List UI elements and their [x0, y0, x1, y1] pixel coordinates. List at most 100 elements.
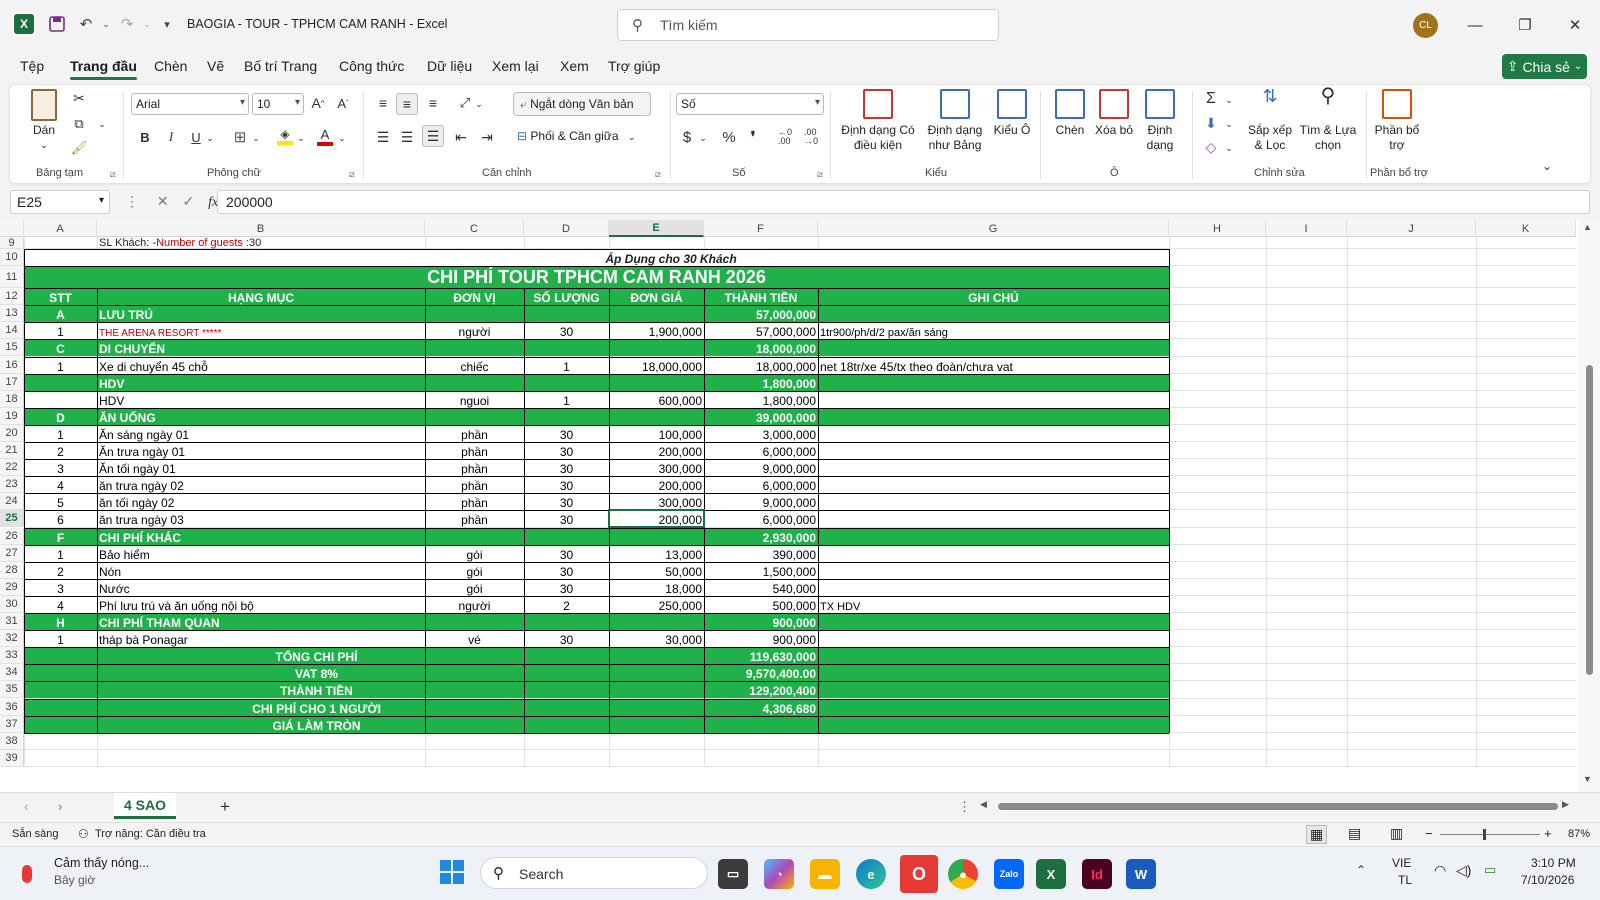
cell-stt[interactable]: 2 [24, 562, 97, 579]
column-header-a[interactable]: A [24, 220, 97, 237]
cell-price[interactable]: 200,000 [609, 442, 704, 459]
cell-item[interactable]: ăn trưa ngày 02 [97, 476, 425, 493]
zoom-slider-thumb[interactable] [1483, 829, 1486, 840]
addins-button[interactable]: Phần bổ trợ [1372, 89, 1422, 153]
cell-unit[interactable]: phần [425, 425, 524, 442]
cell-item[interactable]: Nón [97, 562, 425, 579]
cell-styles-button[interactable]: Kiểu Ô [992, 89, 1032, 138]
cell-stt[interactable]: 3 [24, 459, 97, 476]
column-header-h[interactable]: H [1169, 220, 1266, 237]
cell-stt[interactable]: 6 [24, 510, 97, 527]
underline-button[interactable]: U [187, 127, 205, 147]
cell-note[interactable] [818, 425, 1169, 442]
format-as-table-button[interactable]: Định dạng như Bảng [920, 89, 990, 153]
merge-center-button[interactable]: ⊟ Phối & Căn giữa ⌄ [515, 127, 657, 149]
row-header-13[interactable]: 13 [0, 305, 24, 323]
cell-unit[interactable]: gói [425, 545, 524, 562]
cell-stt[interactable]: 5 [24, 493, 97, 510]
tab-page-layout[interactable]: Bố trí Trang [244, 58, 317, 74]
row-header-9[interactable]: 9 [0, 237, 24, 249]
chevron-down-icon[interactable]: ⌄ [1224, 115, 1234, 133]
undo-dropdown-icon[interactable]: ⌄ [96, 14, 116, 34]
decrease-indent-icon[interactable]: ⇤ [450, 127, 472, 147]
cell-item[interactable]: DI CHUYỂN [97, 339, 425, 356]
cell-total-label[interactable]: VAT 8% [24, 664, 609, 681]
battery-icon[interactable]: ▭ [1484, 862, 1496, 878]
cell-unit[interactable]: phần [425, 493, 524, 510]
percent-icon[interactable]: % [718, 127, 740, 147]
tab-data[interactable]: Dữ liệu [427, 58, 472, 74]
find-select-button[interactable]: ⚲ Tìm & Lựa chọn [1296, 86, 1360, 153]
horizontal-scroll-thumb[interactable] [998, 803, 1558, 810]
page-layout-view-icon[interactable]: ▤ [1348, 825, 1361, 842]
prev-sheet-icon[interactable]: ‹ [24, 799, 28, 814]
clock-date[interactable]: 7/10/2026 [1521, 873, 1574, 887]
cell-price[interactable]: 18,000 [609, 579, 704, 596]
cell-total[interactable]: 3,000,000 [704, 425, 818, 442]
cell-qty[interactable]: 30 [524, 630, 609, 647]
taskbar-excel-icon[interactable]: X [1036, 859, 1066, 889]
cell-qty[interactable]: 30 [524, 425, 609, 442]
align-left-icon[interactable]: ☰ [372, 127, 394, 147]
column-header-k[interactable]: K [1476, 220, 1576, 237]
clear-icon[interactable]: ◇ [1200, 137, 1222, 157]
cell-stt[interactable]: D [24, 408, 97, 425]
redo-icon[interactable]: ↷ [117, 14, 137, 34]
cell-total[interactable]: 57,000,000 [704, 305, 818, 322]
font-launcher-icon[interactable]: ⧄ [349, 169, 355, 180]
align-center-icon[interactable]: ☰ [396, 127, 418, 147]
vertical-scrollbar[interactable]: ▲ ▼ [1578, 220, 1600, 792]
cell-note[interactable] [818, 562, 1169, 579]
cell-item[interactable]: HDV [97, 374, 425, 391]
tab-formulas[interactable]: Công thức [339, 58, 404, 74]
cell-stt[interactable]: A [24, 305, 97, 322]
more-options-icon[interactable]: ⋮ [958, 799, 971, 815]
cell-total-value[interactable]: 119,630,000 [704, 647, 818, 664]
cell-qty[interactable]: 30 [524, 545, 609, 562]
cell-item[interactable]: Xe di chuyển 45 chỗ [97, 357, 425, 374]
title-cell[interactable]: CHI PHÍ TOUR TPHCM CAM RANH 2026 [24, 266, 1169, 288]
zoom-in-icon[interactable]: + [1544, 826, 1552, 841]
task-view-icon[interactable]: ▭ [718, 859, 748, 889]
cell-qty[interactable]: 30 [524, 579, 609, 596]
cell-total-value[interactable]: 129,200,400 [704, 681, 818, 698]
cell-note[interactable]: 1tr900/ph/d/2 pax/ăn sáng [818, 322, 1169, 339]
row-header-27[interactable]: 27 [0, 544, 24, 562]
header-cell[interactable]: ĐƠN VỊ [425, 288, 524, 305]
zoom-level[interactable]: 87% [1568, 828, 1590, 840]
row-header-11[interactable]: 11 [0, 266, 24, 289]
tab-insert[interactable]: Chèn [154, 58, 187, 74]
cell-unit[interactable]: nguoi [425, 391, 524, 408]
cell-unit[interactable]: chiếc [425, 357, 524, 374]
row-header-25[interactable]: 25 [0, 510, 24, 528]
chevron-down-icon[interactable]: ⌄ [96, 115, 108, 133]
cell-unit[interactable]: phần [425, 442, 524, 459]
cell-stt[interactable]: 1 [24, 425, 97, 442]
search-box[interactable]: ⚲ Tìm kiếm [617, 9, 999, 41]
cell-unit[interactable]: người [425, 322, 524, 339]
cell-stt[interactable]: H [24, 613, 97, 630]
row-header-30[interactable]: 30 [0, 595, 24, 613]
align-bottom-icon[interactable]: ≡ [422, 93, 444, 113]
bold-button[interactable]: B [136, 127, 154, 147]
cell-note[interactable] [818, 510, 1169, 527]
cell-stt[interactable]: 3 [24, 579, 97, 596]
row-header-34[interactable]: 34 [0, 664, 24, 682]
row-header-20[interactable]: 20 [0, 424, 24, 442]
increase-indent-icon[interactable]: ⇥ [476, 127, 498, 147]
cell-item[interactable]: tháp bà Ponagar [97, 630, 425, 647]
cell-qty[interactable]: 2 [524, 596, 609, 613]
cell-qty[interactable]: 1 [524, 357, 609, 374]
cell-unit[interactable]: phần [425, 459, 524, 476]
cell-unit[interactable]: gói [425, 579, 524, 596]
cell-stt[interactable]: 4 [24, 596, 97, 613]
cell-qty[interactable]: 30 [524, 476, 609, 493]
cell-stt[interactable]: 1 [24, 545, 97, 562]
cell-total[interactable]: 18,000,000 [704, 339, 818, 356]
cell-total[interactable]: 6,000,000 [704, 510, 818, 527]
sort-filter-button[interactable]: ⇅ Sắp xếp & Lọc [1246, 87, 1294, 153]
cell-item[interactable]: Phí lưu trú và ăn uống nội bộ [97, 596, 425, 613]
row-header-21[interactable]: 21 [0, 442, 24, 460]
zoom-out-icon[interactable]: − [1425, 826, 1433, 841]
font-name-select[interactable]: Arial ▾ [131, 93, 249, 115]
